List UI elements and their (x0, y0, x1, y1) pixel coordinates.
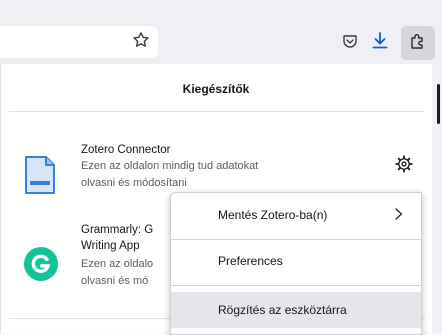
bookmark-star-button[interactable] (126, 27, 156, 57)
extension-description: Ezen az oldalon mindig tud adatokat (81, 160, 259, 172)
pocket-button[interactable] (335, 28, 365, 58)
menu-divider (171, 239, 421, 240)
extensions-icon (409, 32, 427, 55)
panel-scrollbar[interactable] (437, 84, 440, 124)
menu-divider (171, 285, 421, 286)
document-icon[interactable] (24, 155, 56, 200)
extension-description: Ezen az oldalo (81, 258, 154, 270)
gear-icon (395, 155, 413, 178)
extension-name[interactable]: Grammarly: G (81, 224, 153, 236)
extension-description: olvasni és módosítani (81, 177, 187, 189)
extension-context-menu: Mentés Zotero-ba(n) Preferences Rögzítés… (170, 192, 422, 335)
chevron-right-icon (393, 207, 405, 224)
grammarly-icon[interactable] (24, 247, 58, 281)
panel-title: Kiegészítők (182, 82, 250, 96)
menu-item-label: Mentés Zotero-ba(n) (218, 208, 328, 222)
pocket-icon (342, 33, 358, 54)
divider (9, 111, 425, 112)
menu-item-preferences[interactable]: Preferences (171, 243, 421, 279)
menu-item-pin-to-toolbar[interactable]: Rögzítés az eszköztárra (171, 292, 421, 328)
extension-name[interactable]: Zotero Connector (81, 144, 171, 156)
download-icon (372, 31, 388, 55)
menu-item-label: Rögzítés az eszköztárra (218, 303, 347, 317)
extension-description: olvasni és mó (81, 275, 149, 287)
extension-settings-button[interactable] (392, 154, 416, 178)
menu-item-save-to-zotero[interactable]: Mentés Zotero-ba(n) (171, 197, 421, 233)
star-icon (132, 31, 150, 54)
extension-name[interactable]: Writing App (81, 240, 140, 252)
downloads-button[interactable] (365, 28, 395, 58)
extensions-button[interactable] (401, 26, 435, 60)
menu-item-label: Preferences (218, 254, 283, 268)
